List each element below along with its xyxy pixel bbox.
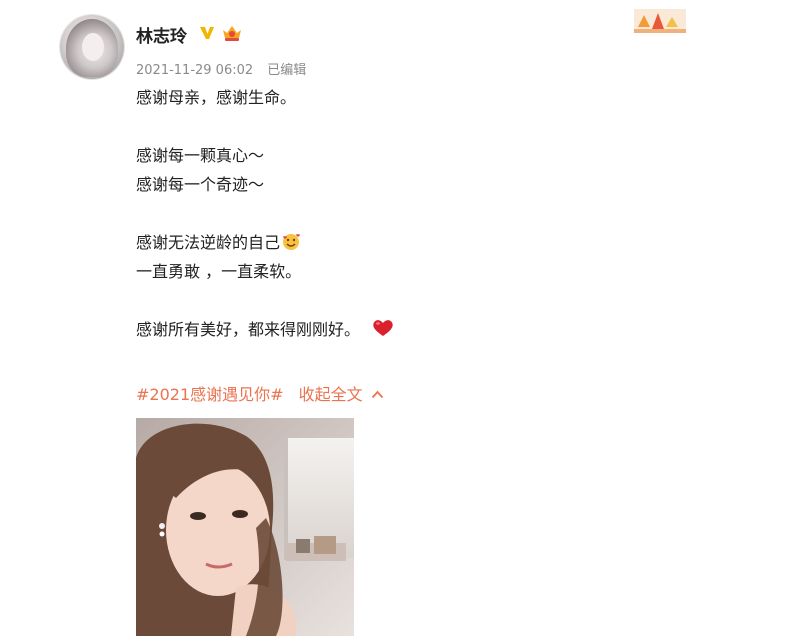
post-meta: 2021-11-29 06:02 已编辑 — [136, 59, 316, 78]
smiling-hearts-emoji-icon — [283, 234, 301, 250]
post-line-with-emoji: 感谢所有美好，都来得刚刚好。 — [136, 315, 656, 344]
post-line: 感谢每一颗真心～ — [136, 146, 265, 165]
post-line: 感谢所有美好，都来得刚刚好。 — [136, 320, 361, 339]
collapse-text-link[interactable]: 收起全文 — [299, 385, 384, 404]
post-line: 一直勇敢 ，一直柔软。 — [136, 262, 302, 281]
post-timestamp[interactable]: 2021-11-29 06:02 — [136, 63, 253, 78]
hashtag-link[interactable]: #2021感谢遇见你# — [136, 385, 284, 404]
post-line: 感谢无法逆龄的自己 — [136, 233, 281, 252]
post-line: 感谢母亲，感谢生命。 — [136, 88, 297, 107]
post-photo[interactable] — [136, 418, 354, 636]
post-line: 感谢每一个奇迹～ — [136, 175, 265, 194]
selfie-photo-illustration — [136, 418, 354, 636]
collapse-label: 收起全文 — [298, 385, 363, 404]
author-name[interactable]: 林志玲 — [136, 22, 187, 47]
verified-v-icon[interactable] — [198, 24, 216, 42]
chevron-up-icon — [371, 390, 383, 399]
decorative-sticker-icon — [634, 9, 686, 33]
red-heart-emoji-icon — [373, 320, 393, 336]
post-line-with-emoji: 感谢无法逆龄的自己 — [136, 228, 656, 257]
edited-label[interactable]: 已编辑 — [267, 63, 306, 78]
crown-member-icon[interactable] — [221, 24, 243, 42]
avatar-face — [82, 33, 104, 61]
post-body: 感谢母亲，感谢生命。 感谢每一颗真心～ 感谢每一个奇迹～ 感谢无法逆龄的自己 一… — [136, 83, 656, 344]
post-footer-links: #2021感谢遇见你# 收起全文 — [136, 384, 384, 406]
author-avatar[interactable] — [60, 15, 124, 79]
